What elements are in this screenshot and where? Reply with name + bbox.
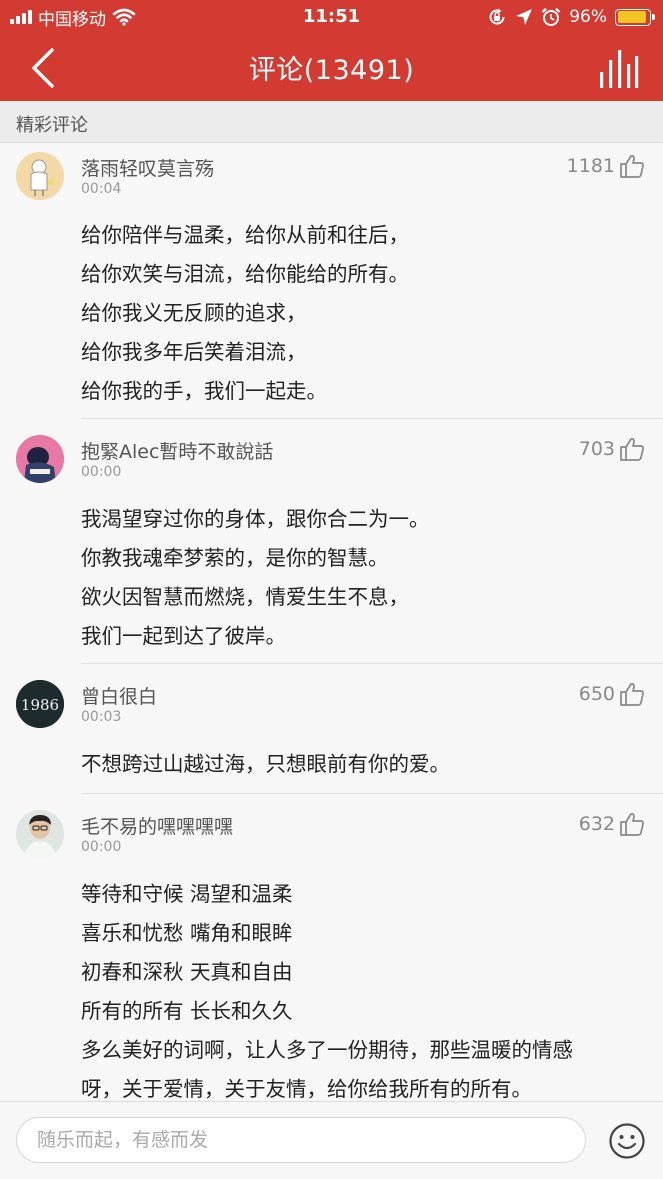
like-button[interactable]: 703	[579, 436, 645, 462]
comment-text-line: 多么美好的词啊，让人多了一份期待，那些温暖的情感	[81, 1038, 573, 1062]
comment-time: 00:03	[81, 709, 122, 725]
like-count: 1181	[566, 155, 615, 177]
page-title: 评论(13491)	[248, 55, 415, 86]
avatar[interactable]	[16, 152, 64, 200]
comment-time: 00:04	[81, 181, 122, 197]
section-title: 精彩评论	[16, 115, 88, 136]
avatar-image	[16, 810, 64, 858]
comment-text-line: 喜乐和忧愁 嘴角和眼眸	[81, 921, 293, 945]
comment-text-line: 初春和深秋 天真和自由	[81, 960, 293, 984]
status-bar: 中国移动 11:51 96%	[0, 0, 663, 34]
avatar[interactable]	[16, 435, 64, 483]
emoji-smile-icon[interactable]	[608, 1122, 646, 1160]
avatar-text: 1986	[21, 696, 59, 714]
avatar[interactable]	[16, 810, 64, 858]
comment-text-line: 我们一起到达了彼岸。	[81, 624, 286, 648]
comment-text-line: 给你欢笑与泪流，给你能给的所有。	[81, 262, 409, 286]
comment-text-line: 给你我多年后笑着泪流，	[81, 340, 307, 364]
comment-item: 1986 曾白很白 00:03 650 不想跨过山越过海，只想眼前有你的爱。	[0, 664, 663, 794]
comment-text-line: 所有的所有 长长和久久	[81, 999, 293, 1023]
chart-bars-icon[interactable]	[597, 46, 639, 90]
avatar-image	[16, 152, 64, 200]
like-button[interactable]: 632	[579, 811, 645, 837]
thumbs-up-icon	[620, 682, 644, 706]
comment-text-line: 呀，关于爱情，关于友情，给你给我所有的所有。	[81, 1077, 532, 1101]
like-count: 650	[578, 683, 615, 705]
like-button[interactable]: 650	[579, 681, 645, 707]
comment-item: 抱緊Alec暫時不敢說話 00:00 703 我渴望穿过你的身体，跟你合二为一。…	[0, 419, 663, 664]
comment-username[interactable]: 毛不易的嘿嘿嘿嘿	[81, 812, 233, 839]
comment-text-line: 我渴望穿过你的身体，跟你合二为一。	[81, 507, 430, 531]
alarm-icon	[541, 7, 561, 26]
location-arrow-icon	[516, 9, 533, 25]
comment-input[interactable]	[16, 1117, 586, 1163]
avatar-image	[16, 435, 64, 483]
lock-rotation-icon	[489, 8, 505, 25]
battery-icon	[615, 8, 655, 26]
comment-username[interactable]: 曾白很白	[81, 682, 157, 709]
nav-bar: 评论(13491)	[0, 34, 663, 101]
thumbs-up-icon	[620, 437, 644, 461]
comment-input-bar	[0, 1101, 663, 1179]
avatar-image: 1986	[16, 680, 64, 728]
comment-text-line: 给你我的手，我们一起走。	[81, 379, 327, 403]
comment-username[interactable]: 落雨轻叹莫言殇	[81, 154, 214, 181]
comment-item: 毛不易的嘿嘿嘿嘿 00:00 632 等待和守候 渴望和温柔 喜乐和忧愁 嘴角和…	[0, 794, 663, 1101]
header: 中国移动 11:51 96% 评论(13491)	[0, 0, 663, 101]
comment-text-line: 你教我魂牵梦萦的，是你的智慧。	[81, 546, 389, 570]
like-button[interactable]: 1181	[567, 153, 645, 179]
like-count: 632	[578, 813, 615, 835]
comment-time: 00:00	[81, 839, 122, 855]
comment-username[interactable]: 抱緊Alec暫時不敢說話	[81, 437, 273, 464]
comments-screen: 中国移动 11:51 96% 评论(13491) 精彩评论 落雨轻叹莫言殇 00…	[0, 0, 663, 1179]
comment-text-line: 等待和守候 渴望和温柔	[81, 882, 293, 906]
comment-text-line: 不想跨过山越过海，只想眼前有你的爱。	[81, 752, 450, 776]
thumbs-up-icon	[620, 154, 644, 178]
section-header: 精彩评论	[0, 101, 663, 143]
thumbs-up-icon	[620, 812, 644, 836]
comment-text-line: 欲火因智慧而燃烧，情爱生生不息，	[81, 585, 409, 609]
like-count: 703	[578, 438, 615, 460]
comment-text-line: 给你我义无反顾的追求，	[81, 301, 307, 325]
comment-text-line: 给你陪伴与温柔，给你从前和往后，	[81, 223, 409, 247]
comment-time: 00:00	[81, 464, 122, 480]
comment-item: 落雨轻叹莫言殇 00:04 1181 给你陪伴与温柔，给你从前和往后， 给你欢笑…	[0, 143, 663, 419]
battery-percent: 96%	[569, 7, 607, 27]
avatar[interactable]: 1986	[16, 680, 64, 728]
